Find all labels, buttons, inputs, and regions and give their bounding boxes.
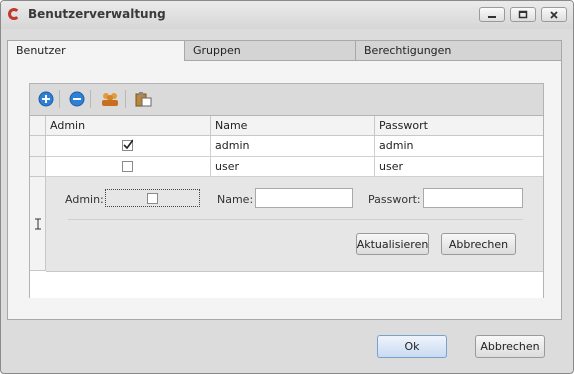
table-cell-password[interactable]: user (375, 157, 543, 177)
toolbar-separator (90, 90, 91, 108)
name-input[interactable] (255, 188, 353, 208)
ok-button[interactable]: Ok (377, 335, 447, 358)
maximize-icon (518, 10, 528, 18)
admin-edit-checkbox[interactable] (147, 193, 158, 204)
paste-icon (135, 92, 152, 107)
checkmark-icon (123, 139, 133, 150)
divider (68, 219, 523, 220)
toolbar-separator (59, 90, 60, 108)
add-icon (38, 91, 54, 107)
grid-toolbar (30, 84, 543, 115)
admin-checkbox[interactable] (122, 161, 133, 172)
column-header-name[interactable]: Name (211, 116, 375, 136)
tab-benutzer[interactable]: Benutzer (7, 40, 185, 61)
table-row-admin-cell[interactable] (46, 157, 211, 177)
header-indicator (30, 116, 46, 136)
minimize-button[interactable] (479, 7, 505, 22)
minimize-icon (488, 15, 496, 18)
table-cell-password[interactable]: admin (375, 136, 543, 157)
users-group-icon (102, 93, 118, 106)
window-title: Benutzerverwaltung (28, 7, 166, 21)
table-cell-name[interactable]: user (211, 157, 375, 177)
close-icon (550, 10, 558, 19)
paste-button[interactable] (134, 90, 152, 108)
dialog-window: Benutzerverwaltung Benutzer Gruppen Bere… (0, 0, 574, 374)
edit-form: Admin: Name: Passwort: Aktualisieren Abb… (46, 177, 543, 272)
tab-berechtigungen[interactable]: Berechtigungen (355, 40, 562, 60)
cancel-button[interactable]: Abbrechen (475, 335, 545, 358)
edit-row-indicator (30, 177, 46, 271)
close-button[interactable] (541, 7, 567, 22)
tab-bar: Benutzer Gruppen Berechtigungen (7, 40, 562, 61)
table-row-admin-cell[interactable] (46, 136, 211, 157)
users-panel: Admin Name Passwort admin admin user use… (29, 83, 544, 298)
toolbar-separator (125, 90, 126, 108)
column-header-passwort[interactable]: Passwort (375, 116, 543, 136)
column-header-admin[interactable]: Admin (46, 116, 211, 136)
text-cursor-icon (35, 218, 41, 230)
tab-panel-benutzer: Admin Name Passwort admin admin user use… (7, 60, 562, 320)
update-button[interactable]: Aktualisieren (356, 233, 429, 255)
edit-cancel-button[interactable]: Abbrechen (441, 233, 516, 255)
admin-field[interactable] (105, 189, 200, 207)
name-label: Name: (217, 193, 254, 206)
tab-gruppen[interactable]: Gruppen (184, 40, 356, 60)
add-button[interactable] (37, 90, 55, 108)
admin-label: Admin: (65, 193, 104, 206)
password-input[interactable] (423, 188, 523, 208)
remove-button[interactable] (68, 90, 86, 108)
password-label: Passwort: (368, 193, 421, 206)
remove-icon (69, 91, 85, 107)
app-icon (8, 8, 20, 20)
row-indicator[interactable] (30, 136, 46, 157)
admin-checkbox[interactable] (122, 139, 133, 151)
table-cell-name[interactable]: admin (211, 136, 375, 157)
maximize-button[interactable] (510, 7, 536, 22)
row-indicator[interactable] (30, 157, 46, 177)
groups-button[interactable] (101, 90, 119, 108)
users-grid: Admin Name Passwort admin admin user use… (30, 115, 543, 298)
title-bar[interactable]: Benutzerverwaltung (1, 1, 573, 29)
